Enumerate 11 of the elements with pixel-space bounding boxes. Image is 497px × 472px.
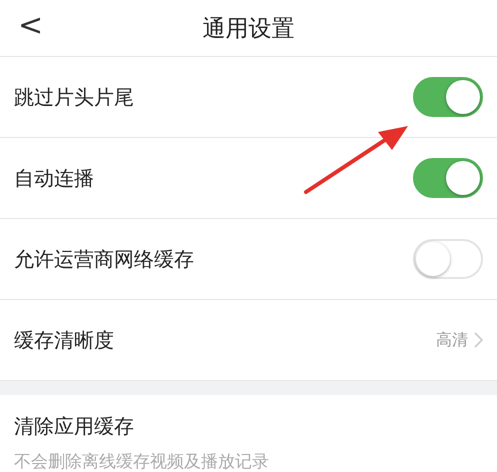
back-button[interactable]: < <box>12 8 50 43</box>
setting-label: 允许运营商网络缓存 <box>14 246 194 272</box>
setting-label: 自动连播 <box>14 164 94 192</box>
setting-label: 跳过片头片尾 <box>14 84 134 110</box>
toggle-switch[interactable] <box>413 158 483 198</box>
clear-cache-title[interactable]: 清除应用缓存 <box>14 413 483 440</box>
setting-label: 缓存清晰度 <box>14 326 114 354</box>
clear-cache-hint: 不会删除离线缓存视频及播放记录 <box>14 451 270 472</box>
toggle-switch[interactable] <box>413 77 483 117</box>
chevron-icon <box>474 332 483 348</box>
page-title: 通用设置 <box>202 14 294 44</box>
